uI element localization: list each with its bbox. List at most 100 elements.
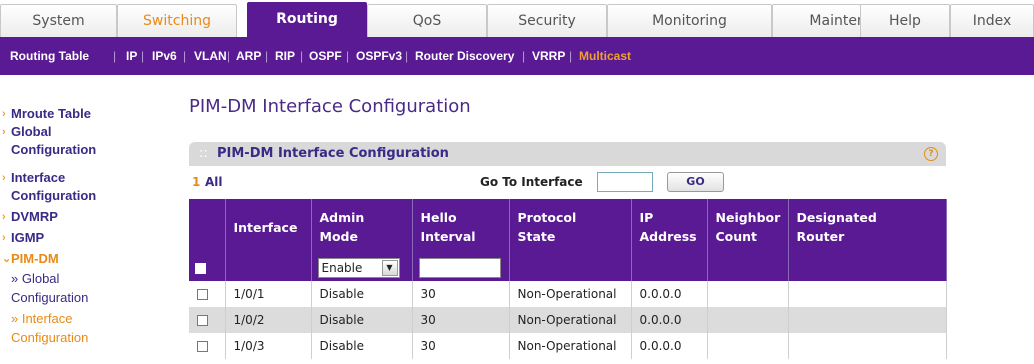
subnav-routing-table[interactable]: Routing Table	[10, 37, 89, 75]
tab-system[interactable]: System	[0, 4, 117, 37]
column-header: IP Address	[631, 199, 708, 255]
table-row[interactable]: 1/0/3 Disable 30 Non-Operational 0.0.0.0	[189, 333, 947, 359]
table-cell: 30	[412, 281, 510, 307]
all-link[interactable]: All	[205, 175, 223, 189]
filter-cell	[225, 255, 312, 281]
subnav-vrrp[interactable]: VRRP	[532, 37, 565, 75]
sidebar-item-label: Interface	[11, 170, 66, 185]
sidebar-item-label: PIM-DM	[11, 251, 59, 266]
table-cell	[707, 333, 789, 359]
table-cell: 30	[412, 307, 510, 333]
subnav-separator: |	[346, 49, 350, 63]
subnav-rip[interactable]: RIP	[275, 37, 295, 75]
main-tab-bar: System Switching Routing QoS Security Mo…	[0, 0, 1034, 37]
subnav-ip[interactable]: IP	[126, 37, 137, 75]
filter-cell	[189, 255, 226, 281]
subnav-arp[interactable]: ARP	[236, 37, 261, 75]
tab-routing[interactable]: Routing	[247, 2, 367, 37]
table-cell: Non-Operational	[509, 281, 632, 307]
subnav-separator: |	[141, 49, 145, 63]
row-checkbox[interactable]	[197, 341, 208, 352]
sidebar-item-label: » Interface	[11, 311, 73, 326]
sidebar-item-mroute-table[interactable]: › Mroute Table	[2, 105, 91, 123]
sidebar-subitem-global-configuration[interactable]: » Global Configuration	[11, 269, 88, 307]
panel-toolbar: 1 All Go To Interface GO	[189, 172, 946, 194]
chevron-down-icon: ⌄	[2, 253, 12, 265]
goto-interface-label: Go To Interface	[480, 175, 583, 189]
filter-cell	[412, 255, 510, 281]
sidebar-item-dvmrp[interactable]: › DVMRP	[2, 208, 58, 226]
table-cell	[788, 307, 947, 333]
table-header-row: Interface Admin Mode Hello Interval Protoc…	[189, 199, 947, 255]
tab-switching[interactable]: Switching	[117, 4, 237, 37]
interface-table: Interface Admin Mode Hello Interval Protoc…	[189, 199, 947, 359]
chevron-right-icon: ›	[2, 108, 6, 120]
subnav-vlan[interactable]: VLAN	[194, 37, 227, 75]
sidebar-item-label: Mroute Table	[11, 106, 91, 121]
help-icon[interactable]: ?	[924, 147, 938, 161]
subnav-separator: |	[300, 49, 304, 63]
table-cell: Non-Operational	[509, 307, 632, 333]
row-checkbox[interactable]	[197, 289, 208, 300]
subnav-separator: |	[227, 49, 231, 63]
sidebar-item-label: Global	[11, 124, 52, 139]
table-cell	[788, 333, 947, 359]
sidebar-item-label: Configuration	[11, 188, 97, 203]
goto-interface-input[interactable]	[597, 172, 653, 192]
filter-cell	[509, 255, 632, 281]
table-cell: 0.0.0.0	[631, 333, 708, 359]
subnav-ospfv3[interactable]: OSPFv3	[356, 37, 402, 75]
sidebar-item-label: IGMP	[11, 230, 45, 245]
sidebar-item-interface-configuration[interactable]: › Interface Configuration	[2, 169, 97, 205]
subnav-separator: |	[569, 49, 573, 63]
filter-cell: Enable ▼	[311, 255, 413, 281]
sidebar-item-label: » Global	[11, 271, 60, 286]
sidebar-subitem-interface-configuration[interactable]: » Interface Configuration	[11, 309, 88, 347]
drag-grip-icon: ::	[199, 146, 208, 161]
admin-mode-value: Enable	[321, 261, 363, 275]
table-row[interactable]: 1/0/1 Disable 30 Non-Operational 0.0.0.0	[189, 281, 947, 307]
subnav-separator: |	[405, 49, 409, 63]
sub-nav-bar: Routing Table | IP | IPv6 | VLAN | ARP |…	[0, 37, 1034, 75]
column-header: Neighbor Count	[707, 199, 789, 255]
subnav-separator: |	[522, 49, 526, 63]
chevron-down-icon: ▼	[381, 260, 398, 276]
subnav-ipv6[interactable]: IPv6	[152, 37, 177, 75]
table-cell	[707, 307, 789, 333]
sidebar-item-label: DVMRP	[11, 209, 58, 224]
column-header: Protocol State	[509, 199, 632, 255]
select-all-checkbox[interactable]	[195, 263, 206, 274]
subnav-ospf[interactable]: OSPF	[309, 37, 342, 75]
table-cell: 1/0/1	[225, 281, 312, 307]
sidebar-item-label: Configuration	[11, 290, 89, 305]
table-cell: Disable	[311, 333, 413, 359]
row-checkbox-cell	[189, 307, 226, 333]
hello-interval-input[interactable]	[418, 258, 501, 278]
sidebar-item-pim-dm[interactable]: ⌄ PIM-DM	[2, 250, 59, 268]
go-button[interactable]: GO	[667, 172, 724, 192]
table-cell: 0.0.0.0	[631, 307, 708, 333]
subnav-separator: |	[113, 49, 117, 63]
chevron-right-icon: ›	[2, 211, 6, 223]
table-cell: Disable	[311, 307, 413, 333]
tab-help[interactable]: Help	[860, 4, 950, 37]
table-cell: 1/0/2	[225, 307, 312, 333]
admin-mode-select[interactable]: Enable ▼	[317, 258, 400, 278]
tab-index[interactable]: Index	[950, 4, 1034, 37]
table-cell	[707, 281, 789, 307]
tab-security[interactable]: Security	[487, 4, 607, 37]
table-cell: 1/0/3	[225, 333, 312, 359]
row-checkbox-cell	[189, 281, 226, 307]
column-header: Hello Interval	[412, 199, 510, 255]
row-checkbox[interactable]	[197, 315, 208, 326]
subnav-multicast[interactable]: Multicast	[579, 37, 631, 75]
sidebar-item-label: Configuration	[11, 142, 97, 157]
tab-qos[interactable]: QoS	[367, 4, 487, 37]
page-number[interactable]: 1	[192, 175, 200, 189]
table-row[interactable]: 1/0/2 Disable 30 Non-Operational 0.0.0.0	[189, 307, 947, 333]
tab-monitoring[interactable]: Monitoring	[607, 4, 772, 37]
sidebar-item-label: Configuration	[11, 330, 89, 345]
subnav-router-discovery[interactable]: Router Discovery	[415, 37, 514, 75]
sidebar-item-igmp[interactable]: › IGMP	[2, 229, 45, 247]
sidebar-item-global-configuration[interactable]: › Global Configuration	[2, 123, 97, 159]
